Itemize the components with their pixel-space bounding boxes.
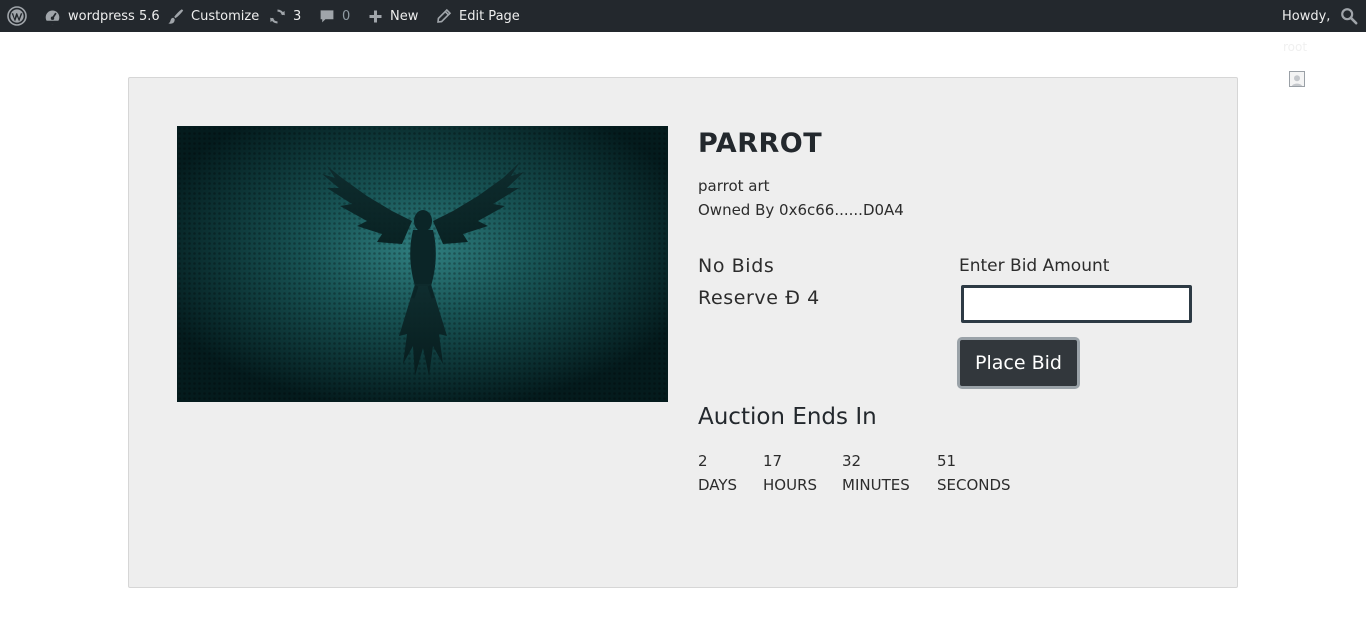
admin-bar: wordpress 5.6 Customize 3 0 New Edit Pag…	[0, 0, 1366, 32]
auction-description: parrot art	[698, 177, 770, 195]
comments-link[interactable]: 0	[319, 0, 350, 32]
plus-icon	[368, 9, 383, 24]
updates-link[interactable]: 3	[269, 0, 301, 32]
nft-artwork-image	[177, 126, 668, 402]
edit-page-link[interactable]: Edit Page	[436, 0, 520, 32]
search-button[interactable]	[1340, 0, 1358, 32]
new-label: New	[390, 8, 419, 24]
customize-label: Customize	[191, 8, 260, 24]
countdown-seconds-value: 51	[937, 452, 957, 470]
countdown-days-label: DAYS	[698, 476, 738, 494]
bids-status: No Bids	[698, 255, 775, 277]
countdown-minutes-label: MINUTES	[842, 476, 910, 494]
customize-link[interactable]: Customize	[167, 0, 259, 32]
updates-count: 3	[293, 8, 302, 24]
comments-count: 0	[342, 8, 351, 24]
wordpress-logo-button[interactable]	[7, 0, 27, 32]
place-bid-button[interactable]: Place Bid	[957, 337, 1080, 389]
countdown-seconds-label: SECONDS	[937, 476, 1011, 494]
countdown-hours-value: 17	[763, 452, 783, 470]
search-icon	[1340, 7, 1358, 25]
auction-card: PARROT parrot art Owned By 0x6c66......D…	[128, 77, 1238, 588]
countdown-hours-label: HOURS	[763, 476, 818, 494]
howdy-label: Howdy,	[1282, 8, 1331, 24]
avatar[interactable]	[1289, 71, 1305, 87]
auction-title: PARROT	[698, 128, 823, 159]
site-name-link[interactable]: wordpress 5.6	[44, 0, 160, 32]
comment-icon	[319, 8, 335, 24]
countdown-days-value: 2	[698, 452, 708, 470]
paintbrush-icon	[167, 8, 184, 25]
updates-icon	[269, 8, 286, 25]
auction-ends-heading: Auction Ends In	[698, 404, 877, 430]
wordpress-logo-icon	[7, 6, 27, 26]
bid-amount-label: Enter Bid Amount	[959, 256, 1110, 276]
my-account-link[interactable]: Howdy,	[1282, 0, 1330, 32]
edit-page-label: Edit Page	[459, 8, 520, 24]
owner-address: Owned By 0x6c66......D0A4	[698, 201, 904, 219]
bid-amount-input[interactable]	[961, 285, 1192, 323]
dashboard-icon	[44, 8, 61, 25]
user-name: root	[1283, 40, 1308, 54]
site-name-label: wordpress 5.6	[68, 8, 160, 24]
new-content-link[interactable]: New	[368, 0, 418, 32]
pencil-icon	[436, 8, 452, 24]
reserve-price: Reserve Đ 4	[698, 287, 820, 309]
avatar-placeholder-icon	[1290, 73, 1304, 86]
countdown-minutes-value: 32	[842, 452, 862, 470]
